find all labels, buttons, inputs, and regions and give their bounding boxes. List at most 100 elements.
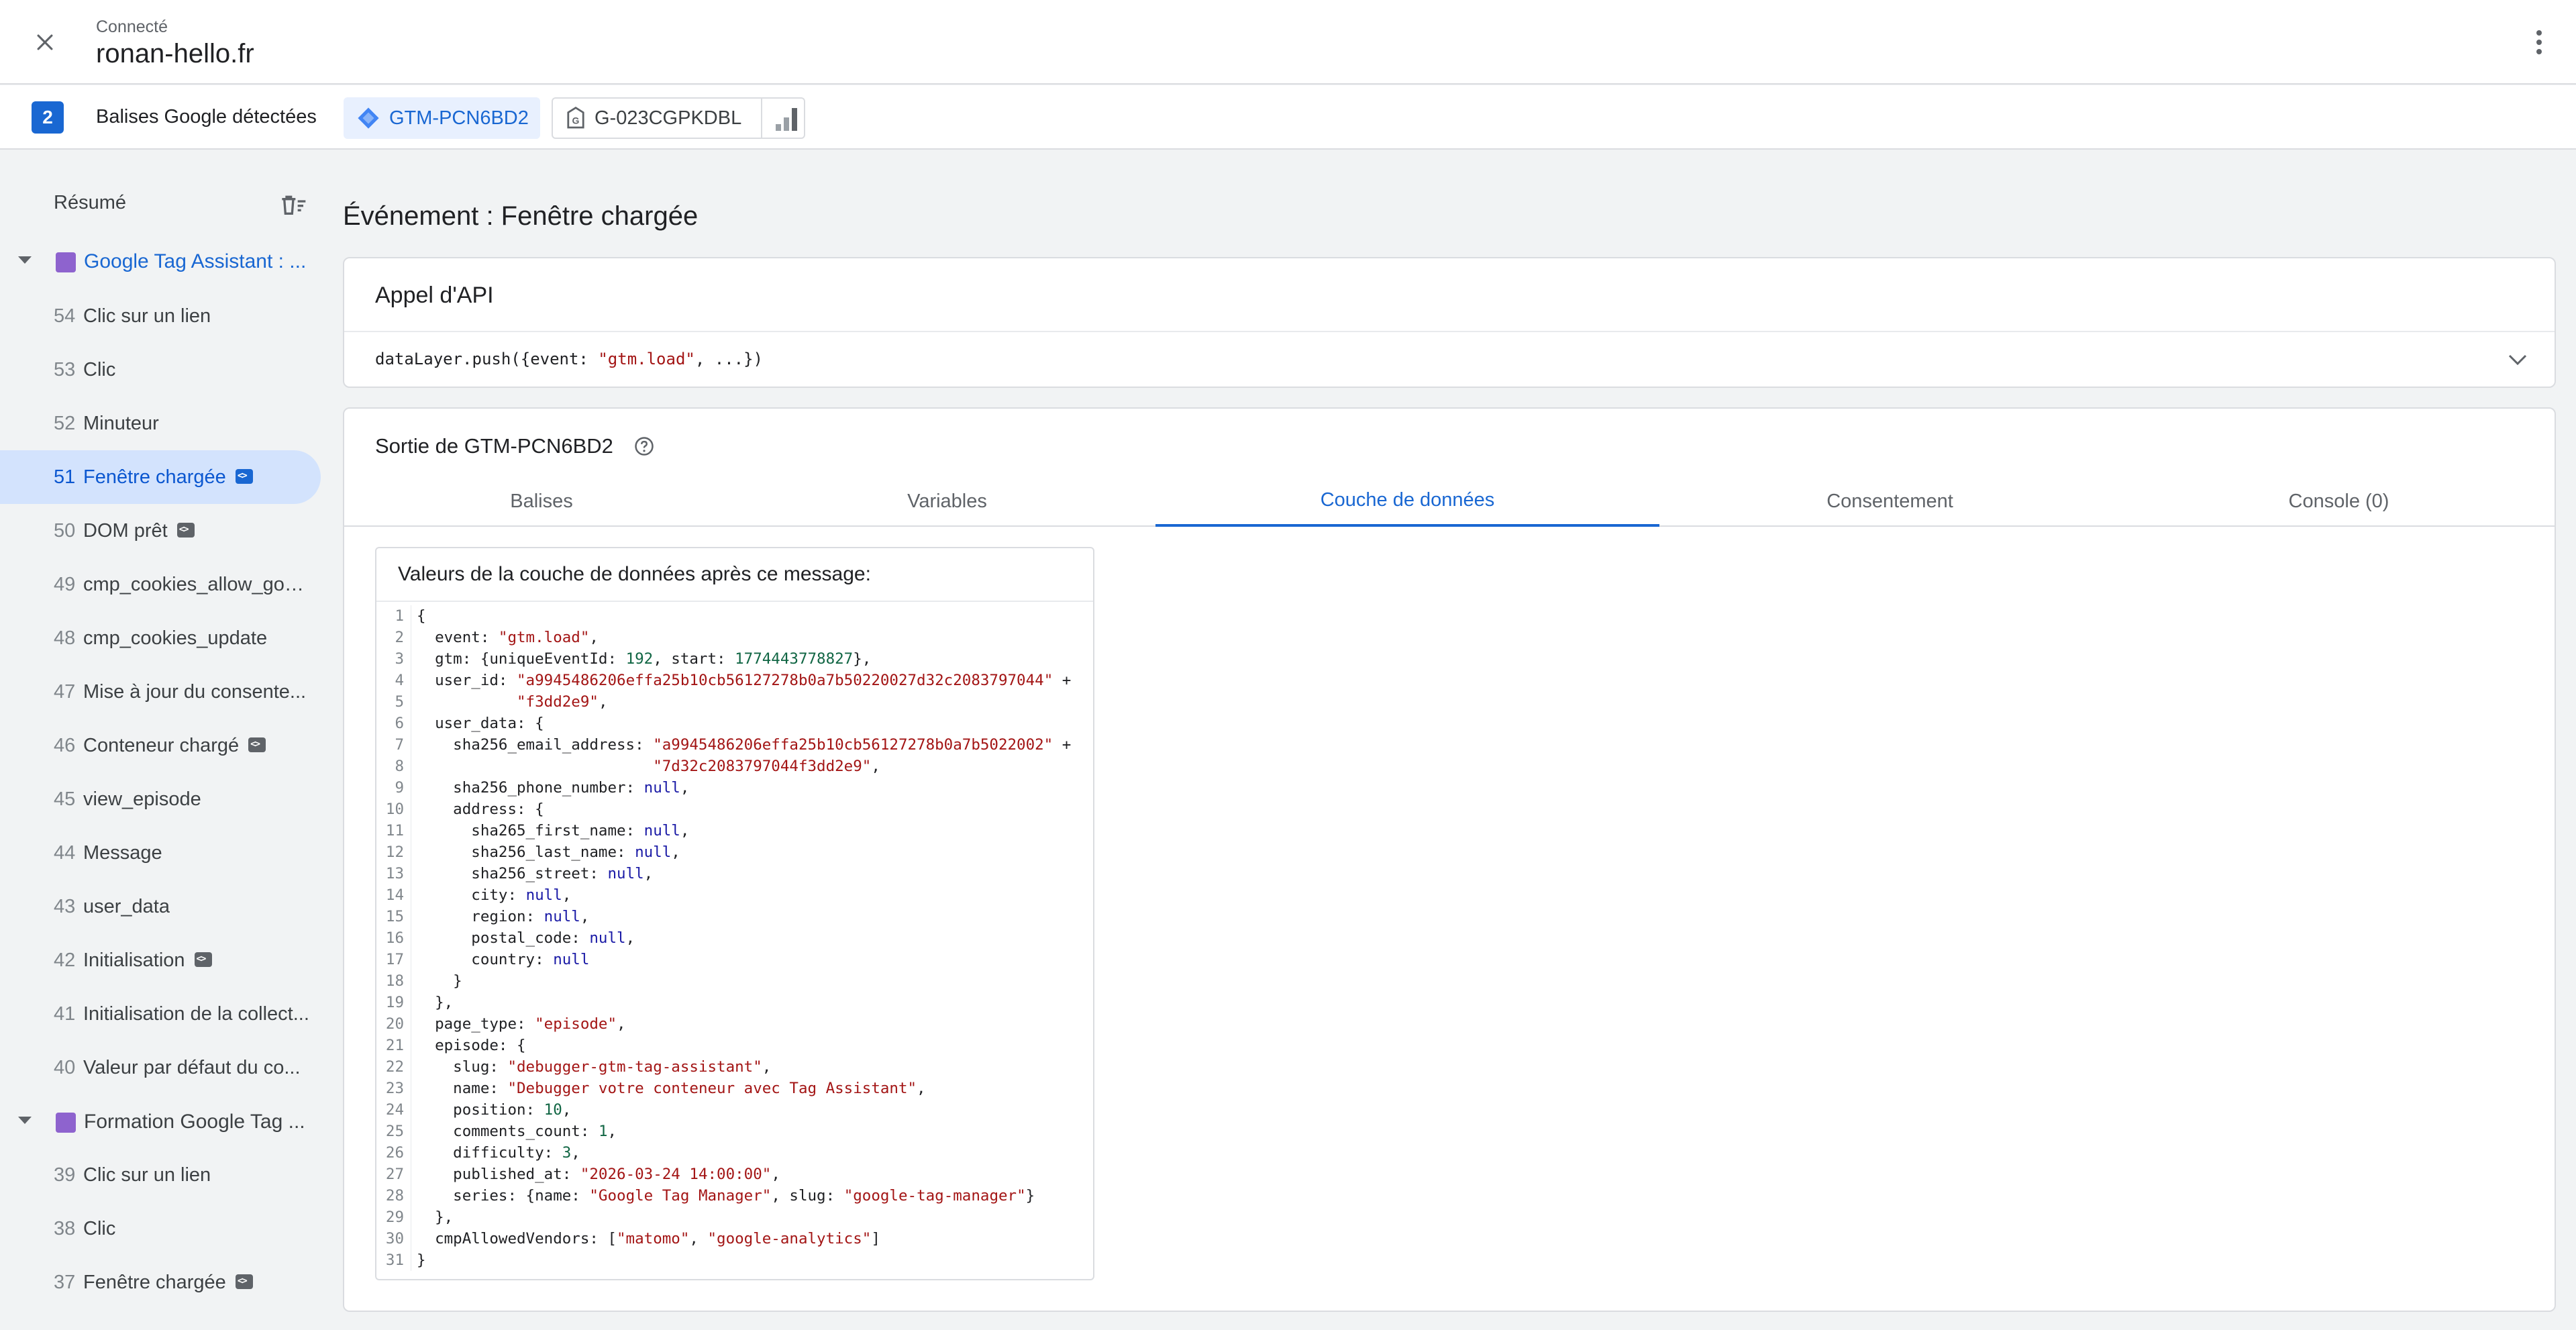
code-token: country: xyxy=(417,951,554,968)
code-token: position: xyxy=(417,1101,544,1119)
code-token: "episode" xyxy=(535,1015,617,1033)
code-token: , xyxy=(562,886,572,904)
event-item-47[interactable]: 47 Mise à jour du consente... xyxy=(0,665,321,719)
event-number: 46 xyxy=(54,735,76,756)
summary-label: Résumé xyxy=(54,192,126,213)
container-group-tag-assistant[interactable]: Google Tag Assistant : ... xyxy=(0,238,329,285)
line-number: 13 xyxy=(376,863,411,884)
expand-api-call-button[interactable] xyxy=(2501,343,2534,376)
event-label: cmp_cookies_update xyxy=(83,627,268,649)
event-item-40[interactable]: 40 Valeur par défaut du co... xyxy=(0,1041,321,1094)
site-name: ronan-hello.fr xyxy=(96,39,254,68)
code-token: } xyxy=(417,1251,426,1269)
code-token: region: xyxy=(417,908,544,925)
event-label: Clic xyxy=(83,359,116,380)
summary-row[interactable]: Résumé xyxy=(0,181,329,221)
event-label: cmp_cookies_allow_goo... xyxy=(83,574,311,595)
event-label-wrap: Fenêtre chargée xyxy=(83,466,253,489)
code-line: 28 series: {name: "Google Tag Manager", … xyxy=(376,1185,1093,1207)
code-token: sha256_phone_number: xyxy=(417,779,644,797)
event-item-37[interactable]: 37 Fenêtre chargée xyxy=(0,1256,321,1309)
code-token: 1774443778827 xyxy=(735,650,854,668)
event-label-wrap: Fenêtre chargée xyxy=(83,1272,253,1294)
event-item-42[interactable]: 42 Initialisation xyxy=(0,933,321,987)
datalayer-heading: Valeurs de la couche de données après ce… xyxy=(376,548,1093,602)
event-number: 41 xyxy=(54,1003,76,1025)
code-token: , xyxy=(598,693,608,711)
tab-variables[interactable]: Variables xyxy=(739,476,1155,527)
datalayer-code-icon xyxy=(248,737,266,753)
code-line: 17 country: null xyxy=(376,949,1093,970)
code-line: 1{ xyxy=(376,605,1093,627)
tab-balises[interactable]: Balises xyxy=(344,476,739,527)
chevron-down-icon xyxy=(2508,354,2527,366)
datalayer-code-icon xyxy=(235,469,253,484)
code-line: 4 user_id: "a9945486206effa25b10cb561272… xyxy=(376,670,1093,691)
event-item-53[interactable]: 53 Clic xyxy=(0,343,321,397)
ga-tag-chip[interactable]: G G-023CGPKDBL xyxy=(552,97,805,139)
event-label: Fenêtre chargée xyxy=(83,1272,226,1293)
help-icon[interactable] xyxy=(634,436,654,456)
close-icon xyxy=(37,34,53,50)
event-item-44[interactable]: 44 Message xyxy=(0,826,321,880)
line-number: 3 xyxy=(376,648,411,670)
line-number: 16 xyxy=(376,927,411,949)
code-token: 1 xyxy=(598,1123,608,1140)
event-label: Initialisation de la collect... xyxy=(83,1003,309,1025)
output-title: Sortie de GTM-PCN6BD2 xyxy=(375,434,613,458)
line-number: 6 xyxy=(376,713,411,734)
tag-icon: G xyxy=(567,107,584,129)
event-label: Fenêtre chargée xyxy=(83,466,226,488)
code-token: episode: { xyxy=(417,1037,526,1054)
event-item-45[interactable]: 45 view_episode xyxy=(0,772,321,826)
code-token: city: xyxy=(417,886,526,904)
code-token: , xyxy=(607,1123,617,1140)
tag-count-badge: 2 xyxy=(32,101,64,134)
event-item-52[interactable]: 52 Minuteur xyxy=(0,397,321,450)
event-label-wrap: Conteneur chargé xyxy=(83,735,266,757)
line-number: 7 xyxy=(376,734,411,756)
output-tabs: Balises Variables Couche de données Cons… xyxy=(344,476,2555,527)
code-line: 19 }, xyxy=(376,992,1093,1013)
code-token: published_at: xyxy=(417,1166,580,1183)
code-token: } xyxy=(1025,1187,1035,1205)
code-token: , xyxy=(617,1015,626,1033)
event-title: Événement : Fenêtre chargée xyxy=(343,201,699,231)
close-button[interactable] xyxy=(28,25,62,59)
code-token: } xyxy=(417,972,462,990)
line-number: 27 xyxy=(376,1164,411,1185)
event-item-49[interactable]: 49 cmp_cookies_allow_goo... xyxy=(0,558,321,611)
tab-consent[interactable]: Consentement xyxy=(1659,476,2120,527)
code-line: 13 sha256_street: null, xyxy=(376,863,1093,884)
event-item-46[interactable]: 46 Conteneur chargé xyxy=(0,719,321,772)
event-item-54[interactable]: 54 Clic sur un lien xyxy=(0,289,321,343)
gtm-container-chip[interactable]: GTM-PCN6BD2 xyxy=(344,97,540,139)
event-item-39[interactable]: 39 Clic sur un lien xyxy=(0,1148,321,1202)
code-suffix: , ...}) xyxy=(694,350,763,368)
line-number: 21 xyxy=(376,1035,411,1056)
container-color-square xyxy=(56,252,76,272)
more-options-button[interactable] xyxy=(2522,25,2556,59)
code-token: "google-analytics" xyxy=(707,1230,872,1247)
line-number: 28 xyxy=(376,1185,411,1207)
event-item-51[interactable]: 51 Fenêtre chargée xyxy=(0,450,321,504)
clear-events-button[interactable] xyxy=(276,188,310,221)
line-number: 15 xyxy=(376,906,411,927)
event-item-43[interactable]: 43 user_data xyxy=(0,880,321,933)
code-line: 15 region: null, xyxy=(376,906,1093,927)
code-line: 14 city: null, xyxy=(376,884,1093,906)
container-group-formation[interactable]: Formation Google Tag ... xyxy=(0,1098,329,1145)
code-token: 3 xyxy=(562,1144,572,1162)
event-item-50[interactable]: 50 DOM prêt xyxy=(0,504,321,558)
code-token: , xyxy=(589,629,599,646)
code-token: , xyxy=(580,908,590,925)
line-number: 17 xyxy=(376,949,411,970)
event-item-48[interactable]: 48 cmp_cookies_update xyxy=(0,611,321,665)
event-number: 50 xyxy=(54,520,76,542)
tab-data-layer[interactable]: Couche de données xyxy=(1155,476,1659,527)
tab-console[interactable]: Console (0) xyxy=(2120,476,2557,527)
line-number: 2 xyxy=(376,627,411,648)
event-item-41[interactable]: 41 Initialisation de la collect... xyxy=(0,987,321,1041)
event-item-38[interactable]: 38 Clic xyxy=(0,1202,321,1256)
